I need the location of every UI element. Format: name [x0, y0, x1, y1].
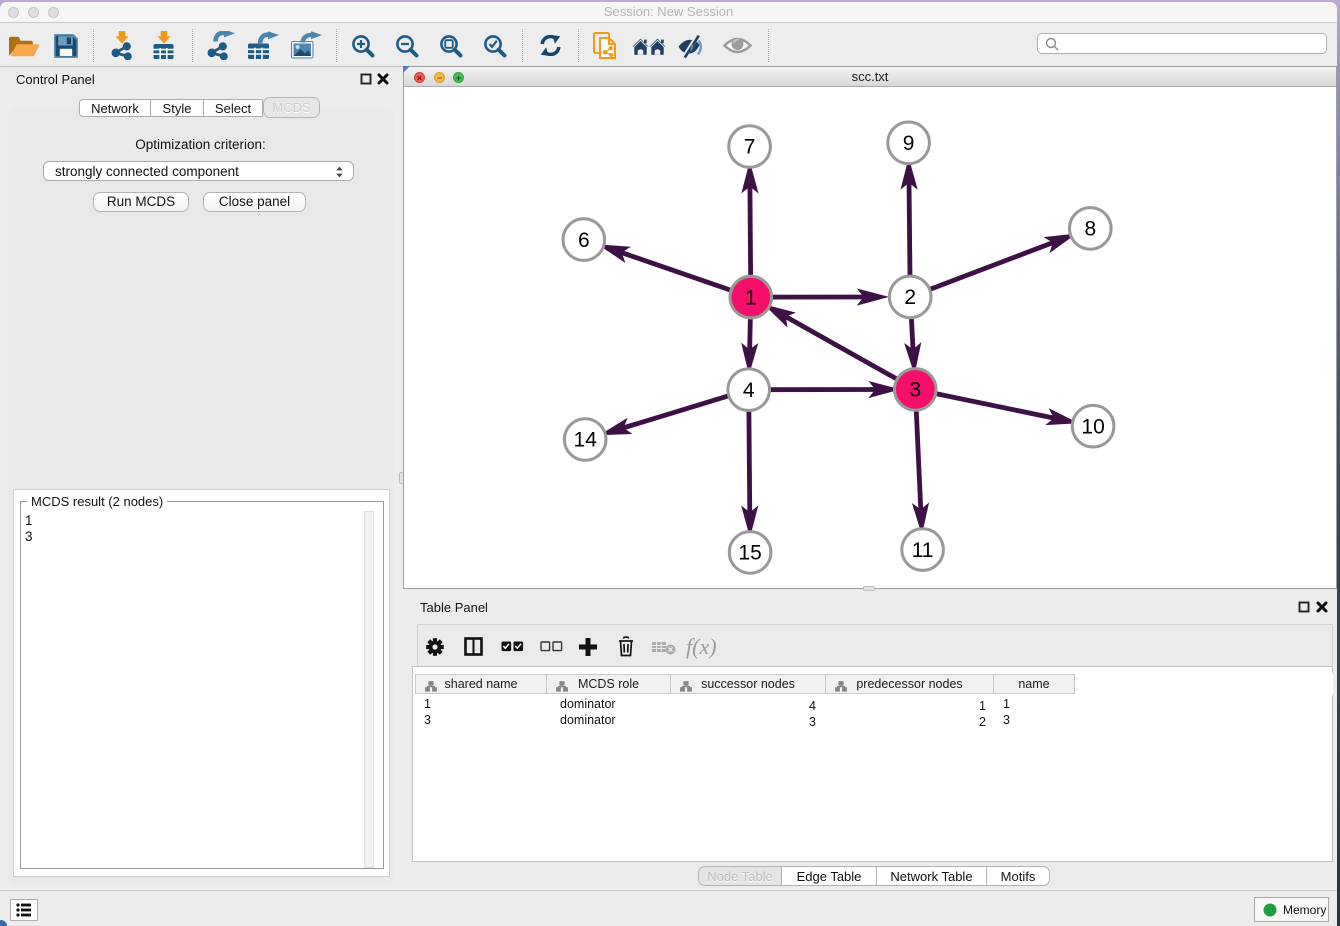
svg-text:2: 2: [904, 286, 916, 309]
svg-text:3: 3: [909, 379, 921, 402]
svg-text:14: 14: [574, 429, 598, 452]
svg-text:7: 7: [744, 136, 756, 159]
svg-text:6: 6: [578, 229, 590, 252]
svg-text:11: 11: [912, 539, 934, 562]
svg-text:10: 10: [1081, 415, 1104, 438]
svg-text:1: 1: [745, 286, 757, 309]
svg-text:8: 8: [1084, 218, 1096, 241]
svg-text:9: 9: [903, 132, 915, 155]
svg-text:4: 4: [743, 379, 755, 402]
svg-text:15: 15: [738, 542, 761, 565]
